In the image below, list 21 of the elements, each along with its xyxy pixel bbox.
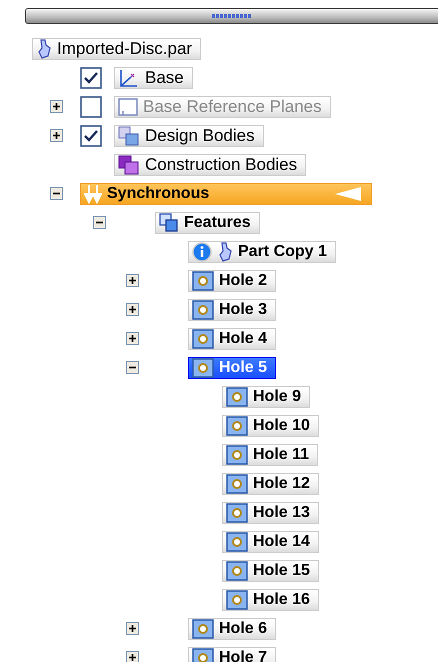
tree-item[interactable]: Hole 13 [222, 502, 319, 524]
tree-item[interactable]: Hole 14 [222, 530, 319, 552]
tree-item[interactable]: Hole 9 [222, 386, 310, 408]
tree-item[interactable]: Hole 6 [188, 618, 276, 640]
tree-item[interactable]: Hole 16 [222, 588, 319, 610]
tree-item[interactable]: Features [155, 212, 260, 234]
tree-item[interactable]: Design Bodies [114, 124, 264, 146]
tree-item[interactable]: Base [114, 66, 193, 88]
tree-item[interactable]: Hole 2 [188, 270, 276, 292]
tree-item[interactable]: Hole 11 [222, 444, 318, 466]
tree-item[interactable]: Hole 12 [222, 472, 319, 494]
tree-item[interactable]: Hole 4 [188, 328, 276, 350]
tree-item[interactable]: Construction Bodies [114, 154, 306, 176]
tree-item[interactable]: Hole 5 [188, 356, 276, 378]
tree-item[interactable]: Hole 7 [188, 646, 276, 662]
tree-item[interactable]: Imported-Disc.par [32, 38, 202, 60]
tree-item[interactable]: Hole 10 [222, 414, 319, 436]
tree-item[interactable]: Hole 15 [222, 560, 319, 582]
tree-item[interactable]: Hole 3 [188, 298, 276, 320]
tree-item[interactable]: Part Copy 1 [188, 240, 336, 262]
environment-header[interactable]: Synchronous [80, 182, 372, 204]
